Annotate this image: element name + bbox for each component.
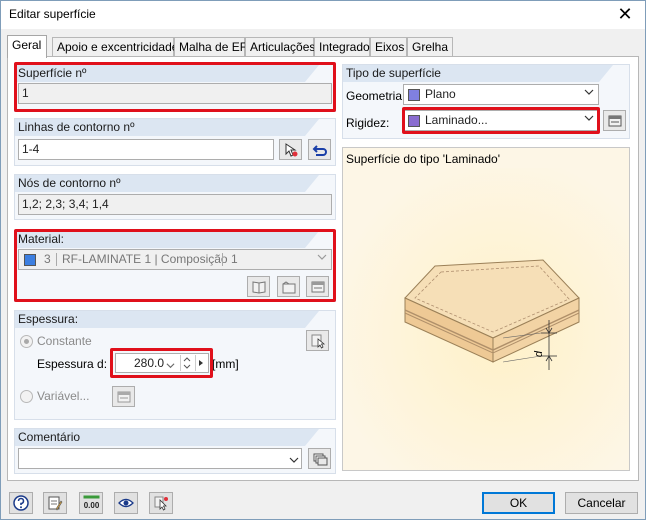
view-button[interactable] [114,492,138,514]
reverse-icon [312,145,327,156]
tab-apoio[interactable]: Apoio e excentricidade [52,37,178,57]
tab-grelha[interactable]: Grelha [407,37,453,57]
boundary-nodes-field: 1,2; 2,3; 3,4; 1,4 [18,194,332,215]
geometry-combo[interactable]: Plano [403,84,599,105]
surface-type-label: Tipo de superfície [346,66,441,80]
tab-articulacoes[interactable]: Articulações [245,37,315,57]
numeric-format-icon: 0.00 [83,495,100,510]
boundary-nodes-label: Nós de contorno nº [18,176,121,190]
constant-radio[interactable] [20,335,33,348]
chevron-down-icon [317,250,327,269]
comment-label: Comentário [18,430,81,444]
stiffness-value: Laminado... [425,113,488,127]
thickness-d-label: Espessura d: [37,357,108,371]
material-swatch [24,254,36,266]
chevron-down-icon [584,85,594,104]
cursor-pick-icon [154,496,168,511]
help-button[interactable] [9,492,33,514]
tab-integrado[interactable]: Integrado [314,37,370,57]
thickness-unit: [mm] [212,357,239,371]
stiffness-label: Rigidez: [346,116,390,130]
thickness-spinner[interactable]: 280.0 [115,353,209,373]
eye-icon [118,498,134,508]
preview-panel: Superfície do tipo 'Laminado' d [342,147,630,471]
material-combo[interactable]: 3 RF-LAMINATE 1 | Composição 1 [18,249,332,270]
pick-arrow-icon [285,143,298,157]
material-label: Material: [18,232,65,246]
close-button[interactable]: ✕ [615,4,635,24]
material-edit-button[interactable] [306,276,329,297]
notepad-icon [48,496,63,511]
book-icon [252,281,266,294]
surface-no-field: 1 [18,83,332,104]
chevron-down-icon[interactable] [289,454,299,468]
help-icon [13,495,29,511]
window-title: Editar superfície [9,7,96,21]
laminated-plate-illustration [343,168,629,470]
material-number: 3 [44,252,51,266]
comment-library-button[interactable] [308,448,331,469]
select-lines-button[interactable] [308,139,331,160]
edit-dialog-icon [608,115,622,127]
variable-radio[interactable] [20,390,33,403]
geometry-value: Plano [425,87,456,101]
surface-no-label: Superfície nº [18,66,87,80]
edit-dialog-icon [117,391,131,403]
cursor-edit-icon [311,334,326,349]
chevron-down-icon[interactable] [166,357,175,376]
tab-malha[interactable]: Malha de EF [174,37,247,57]
new-folder-icon [282,281,296,294]
constant-label: Constante [37,334,92,348]
spin-updown-icon[interactable] [180,355,194,371]
variable-label: Variável... [37,389,90,403]
stiffness-edit-button[interactable] [603,110,626,131]
select-in-graphic-button[interactable] [149,492,173,514]
variable-edit-button[interactable] [112,386,135,407]
tab-eixos[interactable]: Eixos [370,37,407,57]
material-library-button[interactable] [247,276,270,297]
material-new-button[interactable] [277,276,300,297]
spin-right-icon[interactable] [195,355,207,371]
dialog-window: Editar superfície ✕ Geral Apoio e excent… [0,0,646,520]
numeric-format-text: 0.00 [84,501,100,510]
material-value: RF-LAMINATE 1 | Composição 1 [62,252,238,266]
ok-button[interactable]: OK [482,492,555,514]
cancel-button[interactable]: Cancelar [565,492,638,514]
title-bar: Editar superfície ✕ [1,1,645,29]
stacked-pages-icon [313,453,328,466]
geometry-label: Geometria: [346,89,406,103]
tab-geral[interactable]: Geral [7,35,47,58]
stiffness-swatch [408,115,420,127]
thickness-value: 280.0 [133,356,164,370]
geometry-swatch [408,89,420,101]
thickness-edit-button[interactable] [306,330,329,351]
dimension-d-label: d [533,350,546,358]
chevron-down-icon [584,111,594,130]
edit-dialog-icon [311,281,325,293]
boundary-lines-label: Linhas de contorno nº [18,120,135,134]
stiffness-combo[interactable]: Laminado... [403,110,599,131]
edit-notes-button[interactable] [43,492,67,514]
decimal-places-button[interactable]: 0.00 [79,492,103,514]
comment-combo[interactable] [18,448,302,469]
thickness-label: Espessura: [18,312,79,326]
pick-lines-button[interactable] [279,139,302,160]
boundary-lines-input[interactable]: 1-4 [18,139,274,160]
